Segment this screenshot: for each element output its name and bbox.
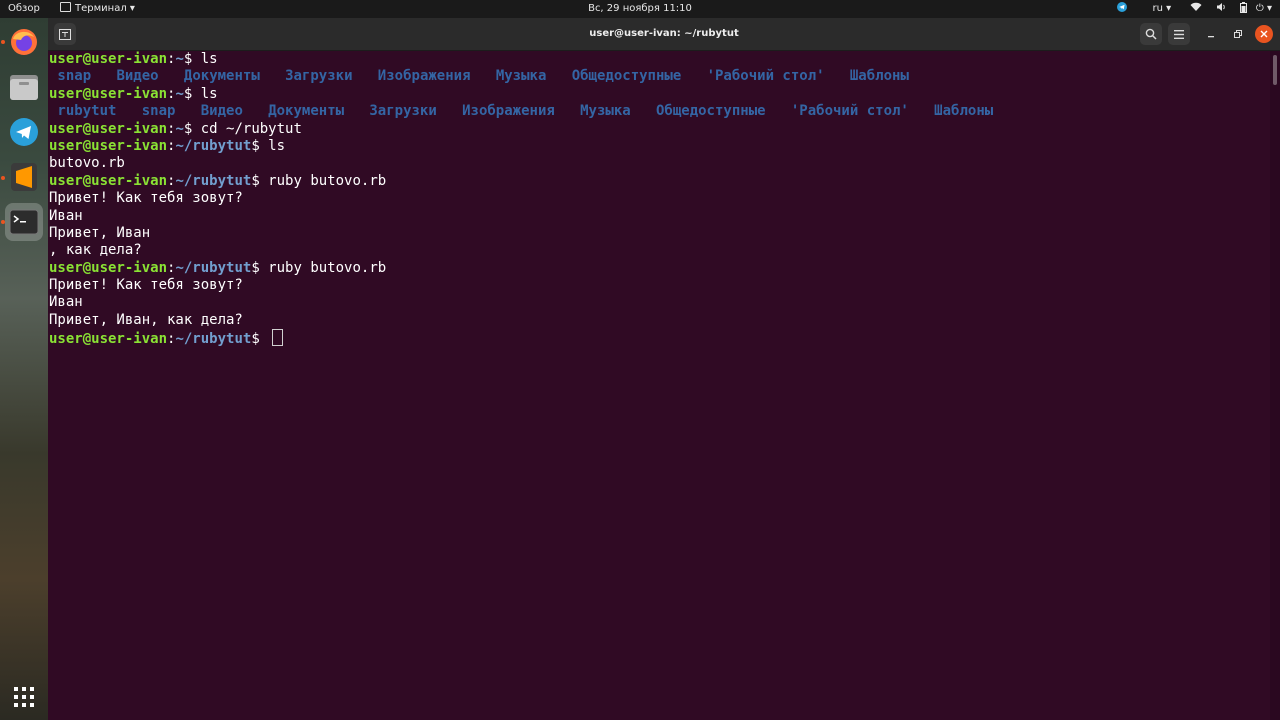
terminal-window: user@user-ivan: ~/rubytut user@user-ivan… [48, 18, 1280, 720]
prompt-dollar: $ [251, 172, 260, 189]
terminal-line: user@user-ivan:~/rubytut$ ruby butovo.rb [49, 173, 1271, 190]
menu-button[interactable] [1168, 23, 1190, 45]
sublime-text-icon[interactable] [5, 158, 43, 196]
close-button[interactable] [1255, 25, 1273, 43]
prompt-path: ~/rubytut [175, 331, 252, 348]
terminal-line: Привет, Иван [49, 225, 1271, 242]
firefox-icon[interactable] [5, 23, 43, 61]
directory-entry: Музыка [495, 68, 547, 85]
terminal-output[interactable]: user@user-ivan:~$ ls snap Видео Документ… [48, 51, 1271, 720]
terminal-line: user@user-ivan:~$ ls [49, 51, 1271, 68]
language-indicator[interactable]: ru ▾ [1152, 3, 1171, 14]
terminal-line: snap Видео Документы Загрузки Изображени… [49, 68, 1271, 85]
scrollbar-thumb[interactable] [1273, 55, 1277, 85]
prompt-path: ~/rubytut [175, 259, 252, 276]
command-text: cd ~/rubytut [192, 120, 302, 137]
prompt-path: ~ [175, 51, 184, 67]
directory-entry: Изображения [377, 68, 471, 85]
terminal-line: user@user-ivan:~/rubytut$ ls [49, 138, 1271, 155]
output-text: , как дела? [49, 242, 142, 259]
maximize-button[interactable] [1229, 25, 1247, 43]
terminal-line: Привет, Иван, как дела? [49, 312, 1271, 329]
minimize-button[interactable] [1202, 25, 1220, 43]
prompt-path: ~/rubytut [175, 137, 252, 154]
window-headerbar: user@user-ivan: ~/rubytut [48, 18, 1280, 51]
directory-entry: Документы [183, 68, 260, 85]
output-text: Привет! Как тебя зовут? [49, 277, 243, 294]
top-bar: Обзор Терминал ▾ Вс, 29 ноября 11:10 ru … [0, 0, 1280, 18]
telegram-icon[interactable] [5, 113, 43, 151]
directory-entry: snap [49, 68, 92, 85]
output-text: butovo.rb [49, 155, 125, 172]
system-tray[interactable]: ru ▾ ⏻ ▾ [1107, 0, 1272, 18]
terminal-line: Иван [49, 208, 1271, 225]
scrollbar[interactable] [1270, 51, 1280, 720]
prompt-dollar: $ [251, 259, 260, 276]
command-text: ruby butovo.rb [259, 259, 387, 276]
terminal-line: user@user-ivan:~/rubytut$ ruby butovo.rb [49, 260, 1271, 277]
output-text: Иван [49, 207, 83, 224]
files-icon[interactable] [5, 68, 43, 106]
battery-icon[interactable] [1239, 2, 1250, 14]
terminal-line: user@user-ivan:~$ cd ~/rubytut [49, 121, 1271, 138]
output-text: Привет, Иван [49, 224, 151, 241]
directory-entry: Документы [268, 103, 345, 120]
prompt-path: ~ [175, 120, 184, 137]
telegram-tray-icon[interactable] [1117, 2, 1130, 14]
directory-entry: 'Рабочий стол' [790, 103, 909, 120]
prompt-path: ~ [175, 85, 184, 102]
directory-entry: Общедоступные [655, 103, 766, 120]
volume-icon[interactable] [1216, 3, 1230, 14]
directory-entry: 'Рабочий стол' [706, 68, 825, 85]
command-text: ls [259, 137, 286, 154]
directory-entry: Видео [200, 103, 243, 120]
prompt-dollar: $ [251, 137, 260, 154]
terminal-line: Иван [49, 294, 1271, 311]
directory-entry: Загрузки [285, 68, 353, 85]
prompt-user: user@user-ivan [49, 172, 168, 189]
show-applications-icon[interactable] [5, 678, 43, 716]
network-icon[interactable] [1190, 2, 1205, 14]
prompt-user: user@user-ivan [49, 137, 168, 154]
terminal-line: Привет! Как тебя зовут? [49, 190, 1271, 207]
directory-entry: Загрузки [369, 103, 437, 120]
terminal-line: butovo.rb [49, 155, 1271, 172]
terminal-cursor [272, 329, 284, 347]
output-text: Привет, Иван, как дела? [49, 311, 243, 328]
directory-entry: snap [141, 103, 176, 120]
output-text: Иван [49, 294, 83, 311]
prompt-user: user@user-ivan [49, 259, 168, 276]
terminal-line: user@user-ivan:~/rubytut$ [49, 329, 1271, 348]
prompt-path: ~/rubytut [175, 172, 252, 189]
directory-entry: Шаблоны [849, 68, 909, 85]
terminal-line: rubytut snap Видео Документы Загрузки Из… [49, 103, 1271, 120]
command-text: ls [192, 51, 218, 67]
prompt-user: user@user-ivan [49, 120, 168, 137]
directory-entry: Музыка [580, 103, 631, 120]
prompt-user: user@user-ivan [49, 85, 168, 102]
dock [0, 18, 48, 720]
terminal-icon[interactable] [5, 203, 43, 241]
command-text [260, 331, 268, 347]
directory-entry: Изображения [462, 103, 555, 120]
command-text: ruby butovo.rb [259, 172, 387, 189]
directory-entry: rubytut [49, 103, 117, 120]
terminal-line: user@user-ivan:~$ ls [49, 86, 1271, 103]
window-title: user@user-ivan: ~/rubytut [589, 28, 739, 39]
power-menu[interactable]: ⏻ ▾ [1256, 3, 1272, 14]
search-button[interactable] [1140, 23, 1162, 45]
terminal-line: , как дела? [49, 242, 1271, 259]
directory-entry: Шаблоны [934, 103, 994, 120]
output-text: Привет! Как тебя зовут? [49, 190, 243, 207]
prompt-user: user@user-ivan [49, 51, 168, 67]
directory-entry: Общедоступные [571, 68, 682, 85]
clock[interactable]: Вс, 29 ноября 11:10 [0, 0, 1280, 18]
prompt-user: user@user-ivan [49, 331, 168, 348]
terminal-line: Привет! Как тебя зовут? [49, 277, 1271, 294]
command-text: ls [192, 85, 218, 102]
prompt-dollar: $ [251, 331, 260, 348]
directory-entry: Видео [116, 68, 159, 85]
